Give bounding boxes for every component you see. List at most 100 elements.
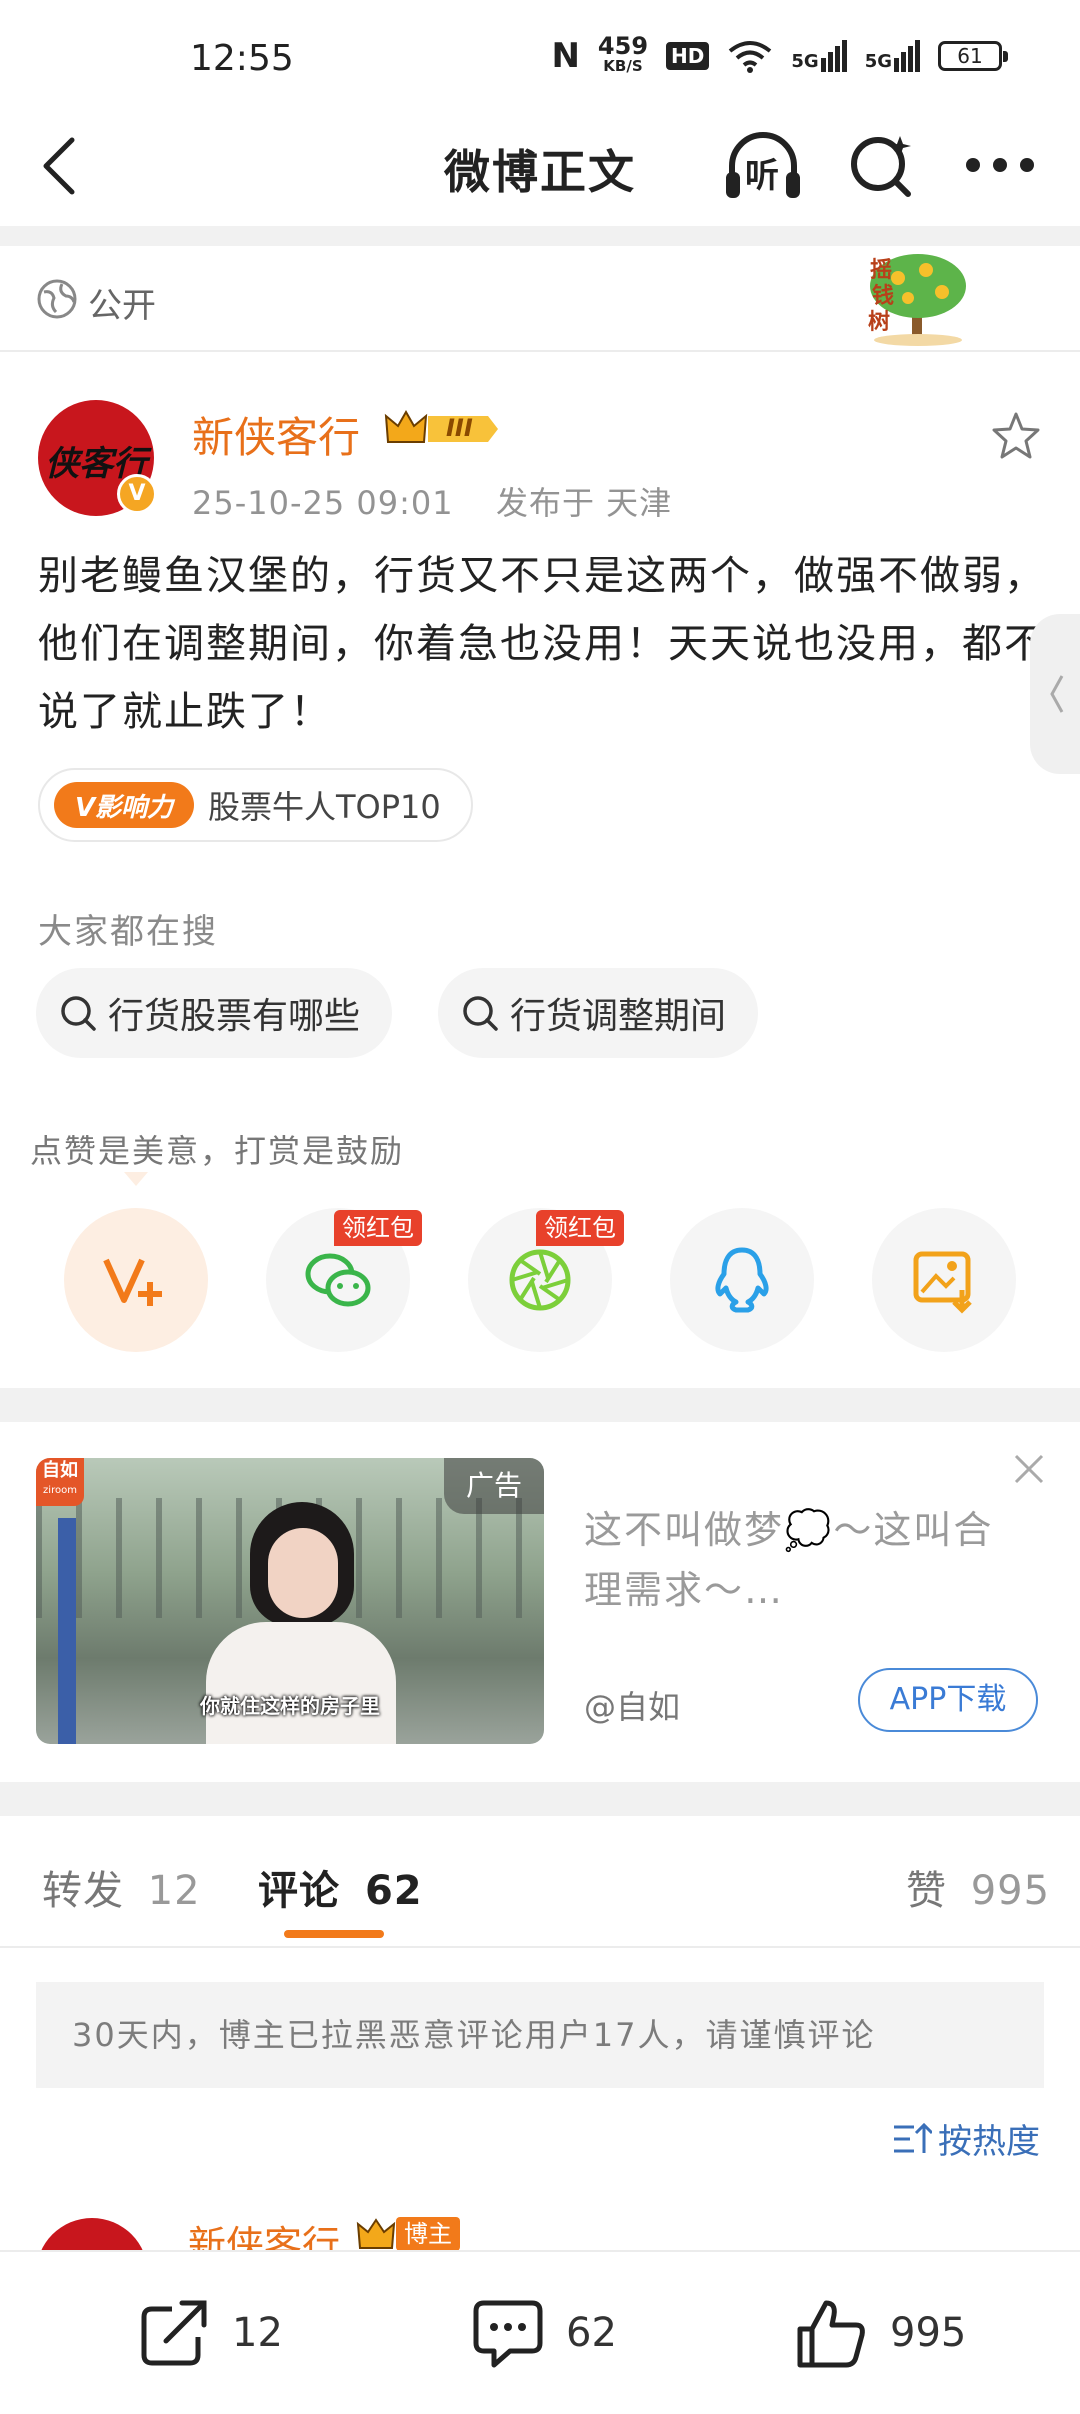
person-body	[206, 1622, 396, 1744]
repost-icon	[141, 2300, 207, 2366]
search-icon[interactable]	[848, 130, 914, 200]
globe-icon	[37, 279, 77, 319]
wifi-icon	[729, 41, 772, 73]
tab-repost[interactable]: 转发 12	[42, 1858, 201, 1916]
ad-text[interactable]: 这不叫做梦💭～这叫合理需求～…	[584, 1500, 1024, 1620]
post-date: 25-10-25 09:01	[192, 484, 454, 522]
level-badge: III	[384, 408, 500, 450]
ad-logo-sub: ziroom	[43, 1485, 77, 1496]
net-speed-unit: KB/S	[603, 57, 643, 75]
signal-icon-1: 5G	[791, 40, 847, 72]
comment-count: 62	[566, 2310, 617, 2356]
search-chip-label: 行货股票有哪些	[108, 996, 361, 1037]
reward-button[interactable]	[64, 1208, 208, 1352]
author-name[interactable]: 新侠客行	[192, 404, 360, 465]
visibility-row: 公开 摇 钱 树	[0, 244, 1080, 352]
net-speed: 459 KB/S	[597, 32, 649, 76]
ad-logo: 自如 ziroom	[36, 1458, 84, 1506]
influence-tag: V影响力	[54, 782, 194, 828]
search-chip-1[interactable]: 行货股票有哪些	[36, 968, 393, 1058]
side-panel-handle[interactable]	[1030, 614, 1080, 774]
level-badge-text: III	[446, 414, 473, 442]
battery-icon: 61	[938, 41, 1008, 71]
money-tree-label-3: 树	[868, 310, 891, 335]
share-qq-button[interactable]	[670, 1208, 814, 1352]
signal-label-2: 5G	[864, 51, 892, 72]
nfc-icon: N	[551, 36, 580, 76]
tab-like[interactable]: 赞 995	[906, 1858, 1050, 1916]
repost-count: 12	[232, 2310, 283, 2356]
divider	[0, 226, 1080, 246]
comment-author-badge: 博主	[356, 2216, 460, 2252]
wechat-icon	[305, 1253, 371, 1307]
favorite-star-icon[interactable]	[990, 410, 1042, 462]
tab-like-label: 赞	[906, 1868, 947, 1914]
search-icon	[463, 996, 498, 1031]
post-location: 发布于 天津	[495, 484, 673, 522]
sort-icon	[894, 2122, 932, 2153]
ad-brand[interactable]: @自如	[584, 1682, 680, 1728]
image-download-icon	[913, 1251, 972, 1314]
tab-repost-label: 转发	[42, 1868, 124, 1914]
status-icons: N 459 KB/S HD 5G 5G 61	[551, 32, 1008, 76]
money-tree-button[interactable]: 摇 钱 树	[842, 248, 992, 348]
trending-search-label: 大家都在搜	[38, 912, 218, 952]
ad-caption: 你就住这样的房子里	[200, 1694, 380, 1718]
signal-label-1: 5G	[791, 51, 819, 72]
divider	[0, 1782, 1080, 1816]
divider	[0, 1946, 1080, 1948]
crown-icon	[356, 2218, 396, 2249]
post-body: 别老鳗鱼汉堡的，行货又不只是这两个，做强不做弱，他们在调整期间，你着急也没用！天…	[38, 553, 1046, 735]
like-count: 995	[890, 2310, 967, 2356]
crown-icon	[384, 409, 498, 443]
signal-icon-2: 5G	[865, 40, 920, 72]
status-time: 12:55	[190, 38, 294, 79]
person-face	[268, 1528, 338, 1618]
tab-comment[interactable]: 评论 62	[258, 1858, 423, 1916]
tooltip-arrow	[124, 1172, 148, 1186]
ad-image[interactable]: 自如 ziroom 广告 你就住这样的房子里	[36, 1458, 544, 1744]
tab-comment-label: 评论	[258, 1868, 340, 1914]
reward-label: 点赞是美意，打赏是鼓励	[30, 1132, 405, 1170]
money-tree-icon	[870, 254, 966, 346]
nav-header: 微博正文 听	[0, 120, 1080, 225]
red-packet-badge: 领红包	[536, 1210, 624, 1246]
net-speed-value: 459	[597, 32, 649, 60]
repost-button[interactable]: 12	[136, 2252, 283, 2414]
status-bar: 12:55 N 459 KB/S HD 5G 5G 61	[0, 0, 1080, 120]
post-meta: 25-10-25 09:01 发布于 天津	[192, 478, 672, 524]
influence-badge[interactable]: V影响力 股票牛人TOP10	[38, 768, 473, 842]
verified-badge: V	[117, 474, 157, 514]
thumbs-up-icon	[797, 2300, 865, 2368]
comment-button[interactable]: 62	[470, 2252, 617, 2414]
close-icon[interactable]	[1012, 1452, 1046, 1486]
listen-label: 听	[745, 156, 779, 196]
search-chip-label: 行货调整期间	[510, 996, 727, 1037]
comment-notice: 30天内，博主已拉黑恶意评论用户17人，请谨慎评论	[36, 1982, 1044, 2088]
divider	[0, 1388, 1080, 1422]
moments-icon	[509, 1249, 571, 1311]
visibility-label: 公开	[88, 286, 156, 326]
ad-logo-text: 自如	[42, 1460, 78, 1481]
search-chip-2[interactable]: 行货调整期间	[438, 968, 759, 1058]
hd-icon: HD	[666, 42, 710, 70]
qq-icon	[715, 1247, 769, 1313]
v-plus-reward-icon	[103, 1258, 162, 1306]
tab-comment-count: 62	[364, 1868, 423, 1914]
sort-by-hot-button[interactable]: 按热度	[892, 2114, 1040, 2163]
more-options-button[interactable]	[964, 156, 1036, 174]
app-download-button[interactable]: APP下载	[858, 1668, 1038, 1732]
blogger-badge: 博主	[396, 2217, 460, 2251]
red-packet-badge: 领红包	[334, 1210, 422, 1246]
comment-icon	[473, 2300, 543, 2368]
tab-like-count: 995	[970, 1868, 1051, 1914]
search-icon	[61, 996, 96, 1031]
listen-button[interactable]: 听	[722, 126, 804, 206]
ad-tag: 广告	[444, 1458, 544, 1514]
sort-label: 按热度	[938, 2122, 1040, 2162]
like-button[interactable]: 995	[794, 2252, 966, 2414]
page-title: 微博正文	[444, 145, 636, 199]
tab-repost-count: 12	[147, 1868, 201, 1914]
tab-indicator	[284, 1930, 384, 1938]
save-image-button[interactable]	[872, 1208, 1016, 1352]
